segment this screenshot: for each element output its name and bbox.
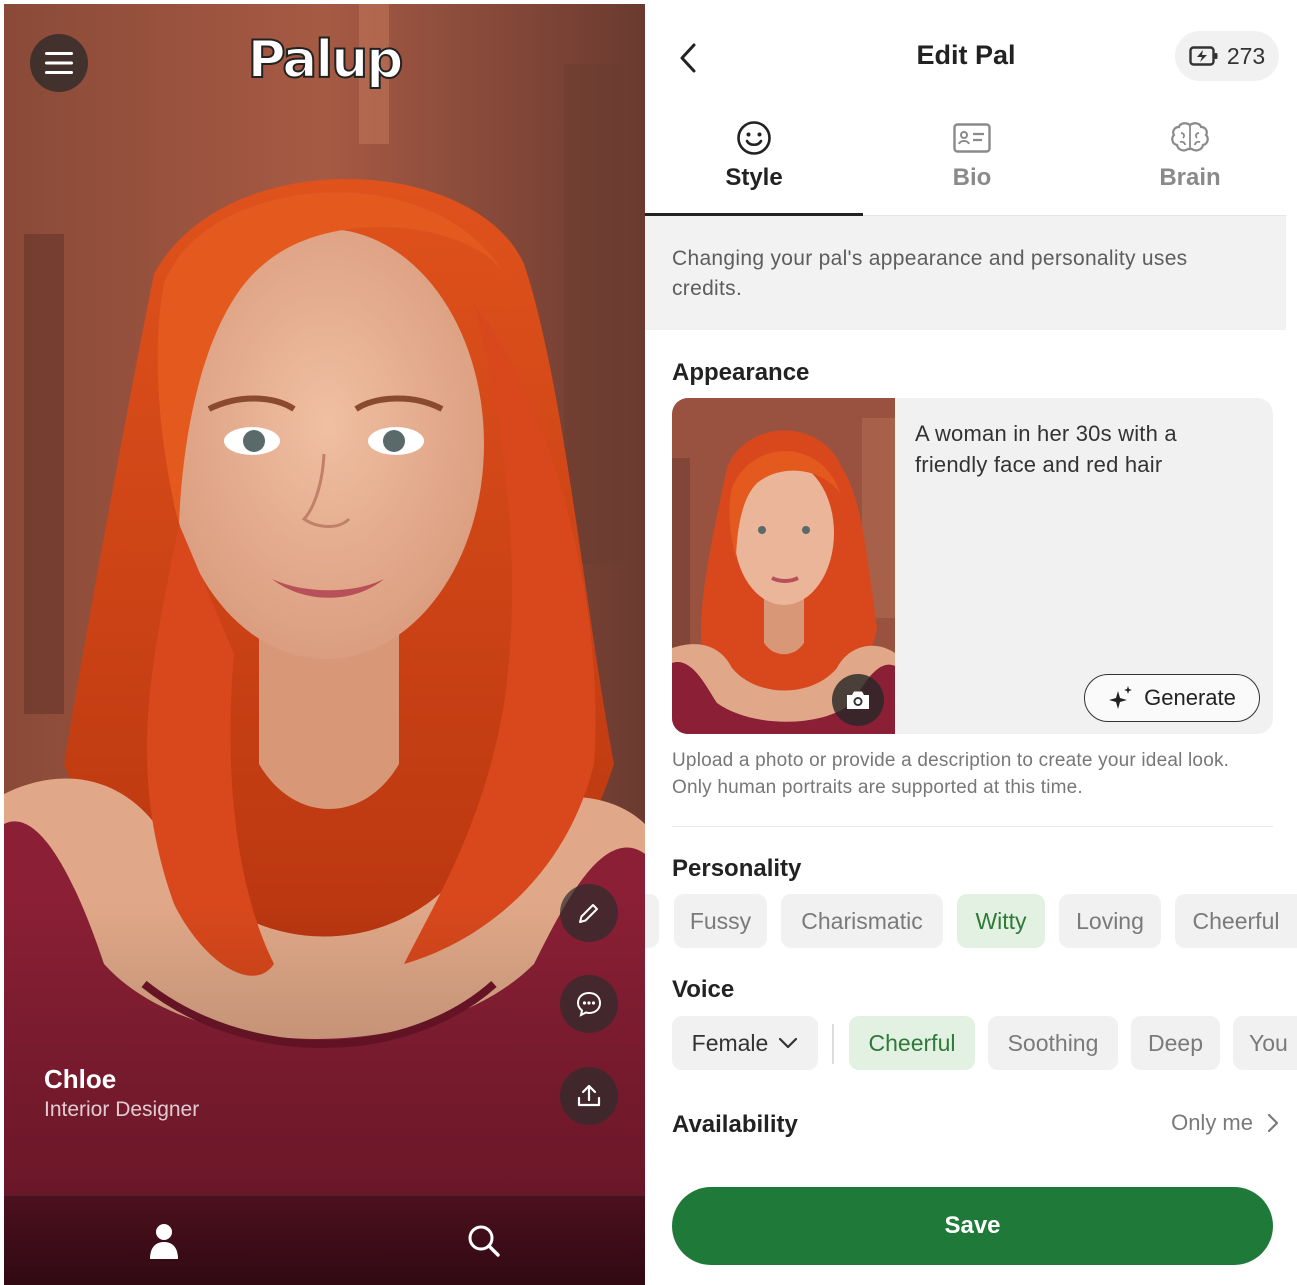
chevron-down-icon [779,1037,798,1049]
id-card-icon [953,123,991,153]
generate-label: Generate [1144,685,1236,710]
bottom-nav [4,1195,645,1285]
voice-chip[interactable]: You [1233,1016,1297,1070]
credits-count: 273 [1226,42,1266,69]
personality-chip-selected[interactable]: Witty [957,894,1045,948]
generate-button[interactable]: Generate [1084,674,1260,722]
share-icon [577,1084,601,1107]
availability-label: Availability [672,1111,798,1138]
availability-selector[interactable]: Only me [1171,1110,1279,1136]
personality-chip[interactable]: Fussy [674,894,767,948]
appearance-card: A woman in her 30s with a friendly face … [672,398,1273,734]
section-divider [672,826,1273,827]
personality-chip[interactable]: Loving [1059,894,1161,948]
chat-icon [576,991,602,1017]
chevron-right-icon [1267,1113,1279,1133]
voice-chip[interactable]: Deep [1131,1016,1220,1070]
nav-search[interactable] [461,1218,507,1264]
voice-label: Voice [672,976,735,1003]
availability-value: Only me [1171,1110,1253,1135]
voice-gender-value: Female [691,1029,769,1056]
appearance-label: Appearance [672,359,810,386]
tab-brain[interactable]: Brain [1081,118,1297,216]
save-button[interactable]: Save [672,1187,1273,1265]
camera-icon [847,691,869,709]
voice-divider [832,1024,834,1064]
smiley-icon [737,121,771,155]
share-button[interactable] [560,1067,618,1125]
chat-button[interactable] [560,975,618,1033]
tab-bio-label: Bio [952,164,992,191]
brain-icon [1171,122,1209,152]
battery-charge-icon [1189,46,1218,66]
app-logo: Palup [247,29,405,91]
appearance-description[interactable]: A woman in her 30s with a friendly face … [915,418,1255,480]
personality-chip[interactable]: Cheerful [1175,894,1297,948]
pal-name: Chloe [44,1064,117,1094]
sparkle-icon [1109,686,1133,709]
edit-tabs: Style Bio Brain [645,118,1286,216]
edit-pal-screen: Edit Pal 273 Style Bio Brain Changing yo… [645,0,1297,1285]
credits-badge[interactable]: 273 [1175,31,1279,81]
edit-icon [579,904,598,923]
voice-chip[interactable]: Soothing [988,1016,1118,1070]
profile-icon [150,1224,178,1259]
tab-style-label: Style [725,164,783,191]
upload-photo-button[interactable] [832,674,884,726]
nav-profile[interactable] [141,1218,187,1264]
credits-notice: Changing your pal's appearance and perso… [645,216,1286,330]
voice-chip-selected[interactable]: Cheerful [849,1016,975,1070]
appearance-hint: Upload a photo or provide a description … [672,750,1230,798]
personality-chip-partial[interactable] [645,894,659,948]
tab-bio[interactable]: Bio [863,118,1081,216]
personality-chip[interactable]: Charismatic [781,894,943,948]
tab-style[interactable]: Style [645,118,863,216]
voice-gender-select[interactable]: Female [672,1016,818,1070]
search-icon [468,1225,500,1257]
pal-profile-view: Palup Chloe Interior Designer [4,4,645,1285]
pal-role: Interior Designer [44,1098,200,1121]
personality-label: Personality [672,855,802,882]
appearance-photo[interactable] [672,398,895,734]
edit-pal-button[interactable] [560,884,618,942]
tab-brain-label: Brain [1159,164,1221,191]
